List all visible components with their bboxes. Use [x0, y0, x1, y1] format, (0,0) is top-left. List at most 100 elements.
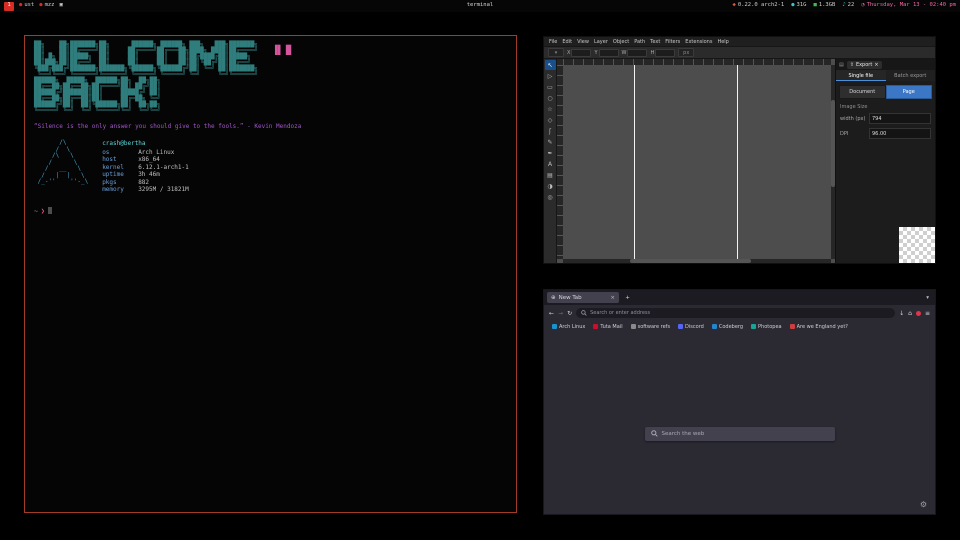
shell-prompt[interactable]: ~ ❯ — [34, 207, 507, 215]
y-input[interactable] — [599, 49, 619, 57]
menu-text[interactable]: Text — [650, 39, 660, 45]
pen-tool-icon[interactable]: ✒ — [545, 148, 556, 158]
tab-close-icon[interactable]: × — [610, 295, 615, 301]
dropper-tool-icon[interactable]: ◑ — [545, 181, 556, 191]
inkscape-tool-controls: ▾ X Y W H px — [544, 46, 935, 59]
menu-extensions[interactable]: Extensions — [685, 39, 712, 45]
star-tool-icon[interactable]: ☆ — [545, 104, 556, 114]
selector-tool-icon[interactable]: ↖ — [545, 60, 556, 70]
gear-icon[interactable]: ⚙ — [920, 500, 927, 509]
selection-dropdown[interactable]: ▾ — [548, 48, 564, 57]
unit-dropdown[interactable]: px — [678, 48, 694, 57]
w-field: W — [622, 49, 648, 57]
topbar-item-ust[interactable]: ● ust — [19, 3, 34, 9]
y-label: Y — [594, 50, 597, 56]
bookmark-label: Tuta Mail — [600, 324, 622, 330]
tab-new-tab[interactable]: ⊕ New Tab × — [547, 292, 619, 303]
bookmark-codeberg[interactable]: Codeberg — [712, 324, 743, 330]
w-input[interactable] — [627, 49, 647, 57]
forward-button[interactable]: → — [558, 310, 563, 317]
inkscape-canvas[interactable] — [557, 59, 835, 263]
dpi-input[interactable]: 96.00 — [869, 128, 931, 139]
w-label: W — [622, 50, 627, 56]
zoom-tool-icon[interactable]: ◎ — [545, 192, 556, 202]
bookmark-tuta-mail[interactable]: Tuta Mail — [593, 324, 622, 330]
document-button[interactable]: Document — [839, 85, 886, 99]
h-input[interactable] — [655, 49, 675, 57]
inkscape-toolbox: ↖ ▷ ▭ ○ ☆ ◇ ʃ ✎ ✒ A ▤ ◑ ◎ — [544, 59, 557, 263]
tab-batch-export[interactable]: Batch export — [886, 70, 936, 81]
canvas-vertical-scrollbar[interactable] — [831, 65, 835, 259]
menu-object[interactable]: Object — [613, 39, 629, 45]
export-panel: ▤ ⇧ Export × Single file Batch export Do… — [835, 59, 935, 263]
ellipse-tool-icon[interactable]: ○ — [545, 93, 556, 103]
menu-edit[interactable]: Edit — [562, 39, 572, 45]
bookmark-discord[interactable]: Discord — [678, 324, 704, 330]
reload-button[interactable]: ↻ — [567, 310, 572, 317]
fetch-row-uptime: uptime3h 46m — [102, 171, 189, 179]
favicon — [751, 324, 756, 329]
status-updates-text: 0.22.0 arch2-1 — [738, 3, 784, 9]
layout-icon[interactable]: ▣ — [60, 3, 63, 9]
package-icon: ◆ — [733, 3, 736, 9]
export-area-segment: Document Page — [839, 85, 932, 99]
canvas-horizontal-scrollbar[interactable] — [563, 259, 831, 263]
folder-icon — [631, 324, 636, 329]
downloads-icon[interactable]: ↓ — [899, 310, 904, 317]
menu-icon[interactable]: ≡ — [925, 310, 930, 317]
address-bar[interactable]: Search or enter address — [576, 308, 895, 318]
topbar-item-label: ust — [24, 3, 34, 9]
pencil-tool-icon[interactable]: ✎ — [545, 137, 556, 147]
topbar-item-mzz[interactable]: ● mzz — [39, 3, 54, 9]
bookmark-are-we-england-yet[interactable]: Are we England yet? — [790, 324, 848, 330]
gradient-tool-icon[interactable]: ▤ — [545, 170, 556, 180]
menu-layer[interactable]: Layer — [594, 39, 608, 45]
search-icon — [581, 310, 587, 316]
fetch-output: /\ / \ /\ \ / \ / __ \ / | | \ /_-'' ''-… — [34, 140, 507, 194]
spiral-tool-icon[interactable]: ʃ — [545, 126, 556, 136]
scrollbar-thumb[interactable] — [831, 100, 835, 187]
status-memory-text: 1.3GB — [819, 3, 836, 9]
terminal-cursor — [48, 207, 52, 214]
inkscape-window: File Edit View Layer Object Path Text Fi… — [543, 36, 936, 264]
status-volume: ♪ 22 — [842, 3, 854, 9]
bookmarks-bar: Arch Linux Tuta Mail software refs Disco… — [544, 321, 935, 332]
bookmark-photopea[interactable]: Photopea — [751, 324, 782, 330]
menu-filters[interactable]: Filters — [665, 39, 680, 45]
page-button[interactable]: Page — [886, 85, 933, 99]
extension-icon[interactable] — [916, 311, 921, 316]
menu-file[interactable]: File — [549, 39, 557, 45]
topbar-item-label: mzz — [45, 3, 55, 9]
bookmark-folder-software-refs[interactable]: software refs — [631, 324, 670, 330]
new-tab-button[interactable]: + — [623, 295, 632, 301]
terminal-window[interactable]: ██╗ ██╗███████╗██╗ ██████╗ ██████╗ ███╗ … — [24, 35, 517, 513]
scrollbar-thumb[interactable] — [630, 259, 751, 263]
close-icon[interactable]: × — [874, 62, 878, 68]
web-search-input[interactable]: Search the web — [645, 427, 835, 441]
width-input[interactable]: 794 — [869, 113, 931, 124]
status-clock-text: Thursday, Mar 13 - 02:40 pm — [867, 3, 956, 9]
menu-view[interactable]: View — [577, 39, 589, 45]
fetch-value: x86_64 — [138, 156, 160, 163]
back-button[interactable]: ← — [549, 310, 554, 317]
menu-help[interactable]: Help — [717, 39, 728, 45]
workspace-tag-1[interactable]: 1 — [4, 2, 14, 11]
rect-tool-icon[interactable]: ▭ — [545, 82, 556, 92]
box3d-tool-icon[interactable]: ◇ — [545, 115, 556, 125]
list-tabs-icon[interactable]: ▾ — [926, 295, 932, 301]
fetch-user-host: crash@bertha — [102, 140, 189, 148]
document-page[interactable] — [634, 65, 738, 259]
text-tool-icon[interactable]: A — [545, 159, 556, 169]
x-input[interactable] — [571, 49, 591, 57]
menu-path[interactable]: Path — [634, 39, 645, 45]
panel-list-icon[interactable]: ▤ — [839, 62, 844, 68]
h-field: H — [650, 49, 675, 57]
bookmark-arch-linux[interactable]: Arch Linux — [552, 324, 585, 330]
node-tool-icon[interactable]: ▷ — [545, 71, 556, 81]
home-icon[interactable]: ⌂ — [908, 310, 912, 317]
fetch-label: os — [102, 149, 138, 157]
dpi-row: DPI 96.00 — [840, 128, 931, 139]
tab-single-file[interactable]: Single file — [836, 70, 886, 81]
export-panel-tab[interactable]: ⇧ Export × — [847, 61, 882, 69]
fetch-label: kernel — [102, 164, 138, 172]
